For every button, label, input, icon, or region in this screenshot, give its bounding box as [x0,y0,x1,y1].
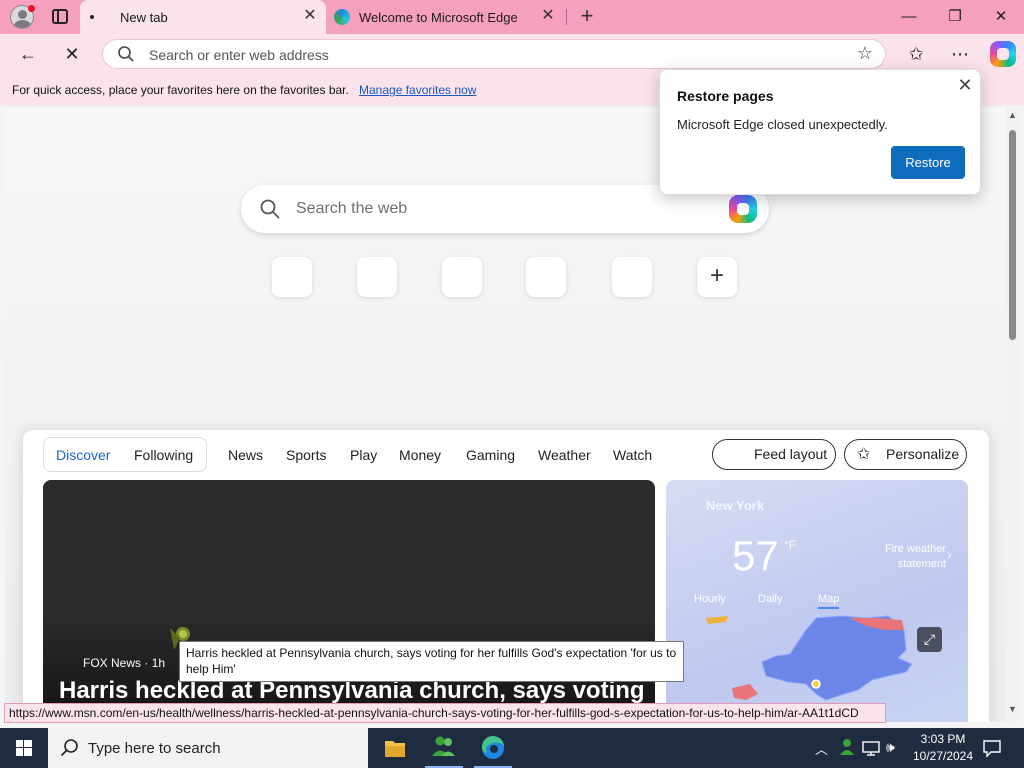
title-bar: New tab ✕ Welcome to Microsoft Edge ✕ + … [0,0,1024,34]
volume-icon[interactable]: 🕪 [886,739,895,768]
tab-actions-icon[interactable] [52,9,68,24]
favorite-star-icon[interactable]: ☆ [857,43,873,64]
quick-link-tile[interactable] [272,257,312,297]
people-tray-icon[interactable] [838,737,856,768]
weather-city: New York [706,498,765,513]
sparkle-icon: ✩ [857,446,871,463]
add-quick-link-button[interactable]: + [697,257,737,297]
weather-tab-hourly[interactable]: Hourly [694,593,726,605]
restore-pages-dialog: Restore pages Microsoft Edge closed unex… [659,69,981,195]
minimize-button[interactable]: — [886,0,932,34]
tab-welcome[interactable]: Welcome to Microsoft Edge ✕ [328,0,564,34]
start-button[interactable] [0,728,48,768]
address-placeholder: Search or enter web address [149,47,329,63]
nav-money[interactable]: Money [399,447,441,463]
expand-icon[interactable]: ⤢ [917,627,942,652]
taskbar-search-placeholder: Type here to search [88,740,221,757]
notifications-icon[interactable] [982,738,1002,768]
weather-temperature: 57 [732,532,779,579]
navigation-bar: ← ✕ Search or enter web address ☆ ✩ ⋯ [0,34,1024,74]
weather-tab-daily[interactable]: Daily [758,593,782,605]
feed-layout-button[interactable]: Feed layout [712,439,836,470]
file-explorer-icon[interactable] [372,728,418,768]
tab-close-icon[interactable]: ✕ [302,8,318,24]
search-icon [260,199,280,219]
favorites-bar-message: For quick access, place your favorites h… [12,83,349,97]
weather-unit: °F [784,538,797,552]
taskbar: Type here to search ︿ 🕪 3:03 PM 10/27/20… [0,728,1024,768]
quick-link-tile[interactable] [442,257,482,297]
more-options-icon[interactable]: ⋯ [948,42,972,66]
new-tab-page: Search the web + Discover Following News… [5,108,1006,722]
nav-sports[interactable]: Sports [286,447,326,463]
new-tab-plus-icon[interactable]: + [576,5,598,28]
dialog-title: Restore pages [677,88,774,104]
restore-window-button[interactable]: ❐ [932,0,978,34]
hero-article-card[interactable]: FOX News · 1h Harris heckled at Pennsylv… [43,480,655,722]
search-icon [118,46,134,62]
quick-link-tile[interactable] [612,257,652,297]
quick-link-tile[interactable] [526,257,566,297]
people-app-icon[interactable] [421,728,467,768]
article-source: FOX News · 1h [83,656,166,670]
close-window-button[interactable]: ✕ [978,0,1024,34]
tab-following[interactable]: Following [134,447,193,463]
system-clock[interactable]: 3:03 PM 10/27/2024 [912,731,974,765]
weather-card[interactable]: New York 57 °F Fire weather statement › … [666,480,968,722]
profile-notification-dot [28,5,35,12]
close-icon[interactable]: ✕ [956,76,974,94]
quick-link-tile[interactable] [357,257,397,297]
tab-discover[interactable]: Discover [56,447,110,463]
show-hidden-icons-icon[interactable]: ︿ [815,739,828,768]
edge-favicon-icon [334,9,350,25]
dialog-message: Microsoft Edge closed unexpectedly. [677,117,888,132]
address-bar[interactable]: Search or enter web address ☆ [102,39,886,69]
copilot-icon[interactable] [990,41,1016,67]
chevron-right-icon[interactable]: › [947,546,952,562]
weather-tab-map[interactable]: Map [818,593,840,609]
nav-news[interactable]: News [228,447,263,463]
taskbar-search-box[interactable]: Type here to search [48,728,368,768]
windows-logo-icon [16,740,32,756]
personalize-button[interactable]: ✩ Personalize [844,439,967,470]
restore-button[interactable]: Restore [891,146,965,179]
scroll-down-icon[interactable]: ▼ [1006,704,1019,714]
tab-title: Welcome to Microsoft Edge [359,10,518,25]
article-tooltip: Harris heckled at Pennsylvania church, s… [179,641,684,682]
tab-new-tab[interactable]: New tab ✕ [80,0,326,34]
nav-gaming[interactable]: Gaming [466,447,515,463]
nav-watch[interactable]: Watch [613,447,652,463]
clock-time: 3:03 PM [920,732,966,746]
nav-play[interactable]: Play [350,447,377,463]
weather-alert[interactable]: Fire weather statement [856,542,946,572]
clock-date: 10/27/2024 [912,749,974,763]
tab-loading-icon [90,15,94,19]
scrollbar-thumb[interactable] [1009,130,1016,340]
tab-title: New tab [120,10,168,25]
feed-pivot: Discover Following [43,437,207,472]
personalize-label: Personalize [886,446,960,462]
search-icon [60,739,78,757]
back-arrow-icon[interactable]: ← [16,42,40,66]
web-search-placeholder: Search the web [296,200,408,217]
edge-browser-icon[interactable] [470,728,516,768]
copilot-icon[interactable] [729,195,757,223]
manage-favorites-link[interactable]: Manage favorites now [359,83,476,97]
scroll-up-icon[interactable]: ▲ [1006,110,1019,120]
tab-separator [566,9,567,25]
tab-close-icon[interactable]: ✕ [540,8,556,24]
link-status-bar: https://www.msn.com/en-us/health/wellnes… [4,703,886,723]
nav-weather[interactable]: Weather [538,447,591,463]
favorites-icon[interactable]: ✩ [904,42,928,66]
feed-layout-label: Feed layout [754,446,828,462]
page-scrollbar[interactable]: ▲ ▼ [1006,108,1019,722]
stop-loading-icon[interactable]: ✕ [60,42,84,66]
network-icon[interactable] [862,740,880,768]
